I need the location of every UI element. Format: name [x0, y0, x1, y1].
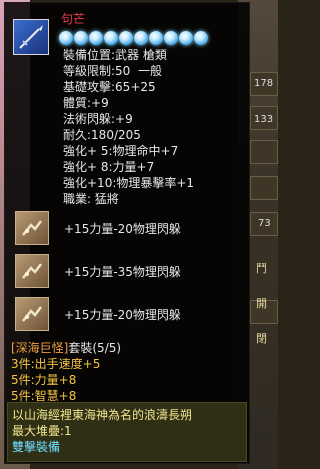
stat-base-attack: 基礎攻擊:65+25: [63, 80, 156, 94]
stat-enhance-10: 強化+10:物理暴擊率+1: [63, 176, 195, 190]
star-icon: [164, 31, 178, 45]
stat-enhance-8: 強化+ 8:力量+7: [63, 160, 155, 174]
stat-enhance-5: 強化+ 5:物理命中+7: [63, 144, 179, 158]
gem-slot: +15力量-20物理閃躲: [15, 211, 245, 247]
spear-icon: [13, 19, 49, 55]
stat-durability: 耐久:180/205: [63, 128, 141, 142]
star-icon: [89, 31, 103, 45]
gem-icon: [15, 211, 49, 245]
gem-icon: [15, 254, 49, 288]
item-tooltip: 句芒 裝備位置:武器 槍類 等級限制:50 一般 基礎攻擊:65+25 體質:+…: [4, 2, 250, 464]
star-icon: [74, 31, 88, 45]
item-description: 以山海經裡東海神為名的浪濤長朔: [12, 408, 193, 422]
inventory-count: 73: [258, 218, 271, 229]
stat-level-req: 等級限制:50 一般: [63, 64, 162, 78]
close-button[interactable]: 閉: [256, 330, 267, 346]
star-icon: [134, 31, 148, 45]
star-icon: [194, 31, 208, 45]
stat-equip-slot: 裝備位置:武器 槍類: [63, 48, 167, 62]
star-icon: [119, 31, 133, 45]
stat-magic-dodge: 法術閃躲:+9: [63, 112, 133, 126]
panel-label: 鬥: [256, 262, 267, 275]
item-name: 句芒: [61, 12, 86, 26]
gem-icon: [15, 297, 49, 331]
inventory-count: 178: [254, 78, 274, 89]
description-box: 以山海經裡東海神為名的浪濤長朔 最大堆疊:1 雙擊裝備: [7, 402, 247, 462]
gem-effect: +15力量-35物理閃躲: [64, 265, 181, 279]
inventory-slot[interactable]: [250, 176, 278, 200]
double-click-hint: 雙擊裝備: [12, 440, 61, 454]
gem-slot: +15力量-35物理閃躲: [15, 254, 245, 290]
star-icon: [149, 31, 163, 45]
set-title: [深海巨怪]套裝(5/5): [11, 339, 121, 356]
inventory-slot[interactable]: [250, 140, 278, 164]
gem-effect: +15力量-20物理閃躲: [64, 222, 181, 236]
set-name: [深海巨怪]: [11, 341, 69, 355]
star-icon: [104, 31, 118, 45]
inventory-count: 133: [254, 114, 274, 125]
stat-constitution: 體質:+9: [63, 96, 109, 110]
stat-class: 職業: 猛將: [63, 192, 119, 206]
open-button[interactable]: 開: [256, 295, 267, 311]
gem-effect: +15力量-20物理閃躲: [64, 308, 181, 322]
max-stack: 最大堆疊:1: [12, 424, 72, 438]
gem-slot: +15力量-20物理閃躲: [15, 297, 245, 333]
set-bonus: 5件:力量+8: [11, 373, 77, 387]
star-icon: [59, 31, 73, 45]
set-bonus: 3件:出手速度+5: [11, 357, 101, 371]
set-suffix: 套裝(5/5): [68, 341, 122, 355]
star-icon: [179, 31, 193, 45]
